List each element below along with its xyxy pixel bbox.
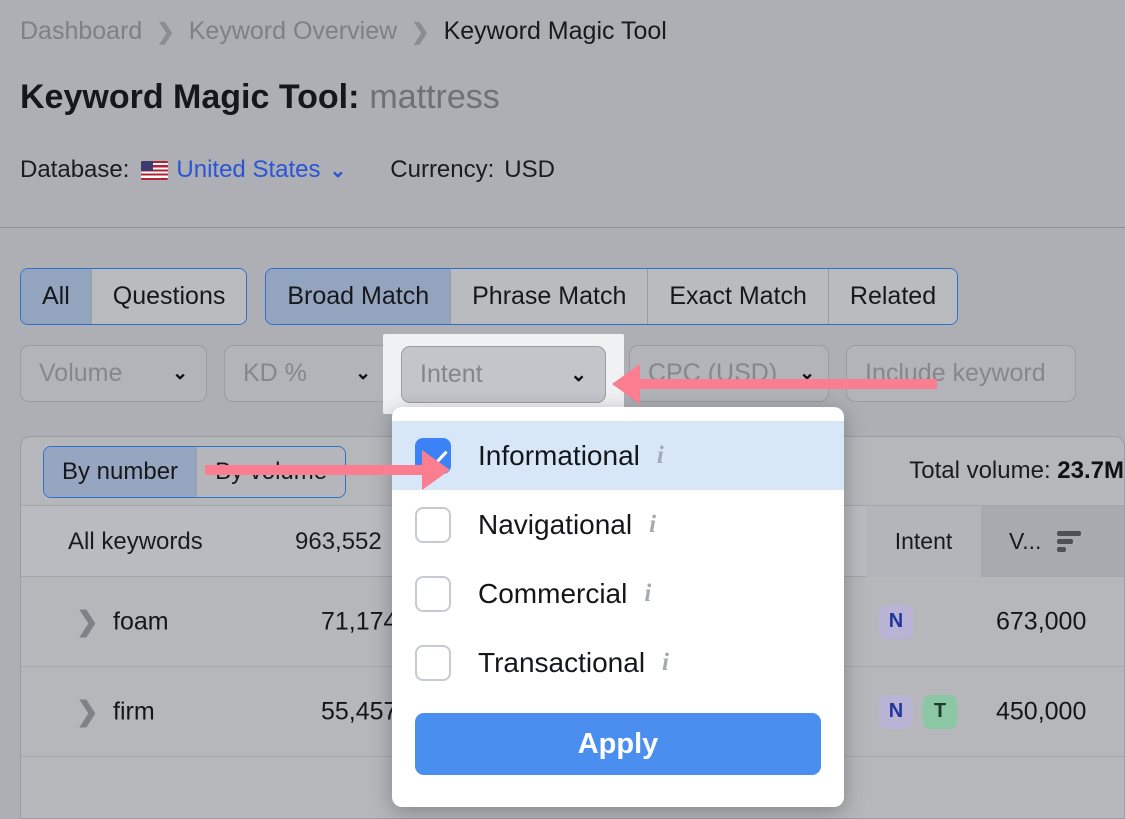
info-icon[interactable]: i [657,442,664,470]
us-flag-icon [141,160,169,180]
row-keyword: firm [113,697,155,725]
tab-questions[interactable]: Questions [91,269,247,324]
annotation-arrow-to-intent-filter [612,364,937,404]
tab-all[interactable]: All [21,269,92,324]
tab-group-match-types: Broad Match Phrase Match Exact Match Rel… [265,268,959,325]
filter-kd[interactable]: KD % ⌄ [224,345,390,402]
checkbox-commercial[interactable] [415,575,451,612]
chevron-right-icon: ❯ [411,18,430,44]
checkbox-navigational[interactable] [415,506,451,543]
chevron-down-icon: ⌄ [570,363,587,386]
database-label: Database: [20,156,130,183]
row-volume: 673,000 [996,607,1087,635]
row-count: 55,457 [321,697,398,725]
currency-value: USD [504,156,555,183]
row-count: 71,174 [321,607,398,635]
tab-broad-match[interactable]: Broad Match [266,269,452,324]
dropdown-option-commercial[interactable]: Commercial i [392,559,844,628]
intent-filter-highlight: Intent ⌄ [383,334,624,414]
apply-button[interactable]: Apply [415,713,821,775]
total-volume: Total volume: 23.7M [909,457,1124,485]
checkbox-transactional[interactable] [415,644,451,681]
tab-phrase-match[interactable]: Phrase Match [451,269,649,324]
breadcrumb-item-dashboard[interactable]: Dashboard [20,17,142,46]
intent-badge-navigational: N [879,604,913,639]
intent-badge-navigational: N [879,694,913,729]
page-title-term: mattress [369,78,500,116]
page-title-text: Keyword Magic Tool: [20,78,360,116]
breadcrumb: Dashboard ❯ Keyword Overview ❯ Keyword M… [20,17,667,46]
breadcrumb-item-keyword-overview[interactable]: Keyword Overview [189,17,397,46]
row-keyword: foam [113,607,169,635]
column-header-count: 963,552 [295,528,382,555]
tab-exact-match[interactable]: Exact Match [648,269,829,324]
total-volume-value: 23.7M [1057,457,1124,484]
chevron-down-icon: ⌄ [355,363,371,384]
tab-by-number[interactable]: By number [44,447,198,497]
info-icon[interactable]: i [662,649,669,677]
dropdown-option-label: Informational [478,439,640,471]
filter-volume-label: Volume [39,359,123,387]
row-intent-badges: N [879,604,913,639]
match-type-tabs: All Questions Broad Match Phrase Match E… [20,268,976,325]
chevron-down-icon[interactable]: ⌄ [330,158,347,183]
filter-kd-label: KD % [243,359,307,387]
tab-group-all-questions: All Questions [20,268,248,325]
intent-dropdown-panel: Informational i Navigational i Commercia… [392,407,844,807]
intent-badge-transactional: T [923,694,957,729]
breadcrumb-item-keyword-magic-tool: Keyword Magic Tool [443,17,667,45]
expand-chevron-icon[interactable]: ❯ [76,606,99,637]
sort-descending-icon[interactable] [1057,531,1082,552]
dropdown-option-label: Commercial [478,577,628,609]
filter-volume[interactable]: Volume ⌄ [20,345,207,402]
row-volume: 450,000 [996,697,1087,725]
database-value[interactable]: United States [176,156,320,184]
column-header-volume[interactable]: V... [981,506,1124,577]
dropdown-option-label: Transactional [478,646,646,678]
total-volume-label: Total volume: [909,457,1051,484]
filter-intent[interactable]: Intent ⌄ [401,345,606,403]
column-header-volume-label: V... [1009,528,1042,554]
currency-label: Currency: [390,156,495,183]
chevron-right-icon: ❯ [156,18,175,44]
row-intent-badges: N T [879,694,957,729]
column-header-intent[interactable]: Intent [866,506,981,577]
expand-chevron-icon[interactable]: ❯ [76,696,99,727]
dropdown-option-navigational[interactable]: Navigational i [392,490,844,559]
info-icon[interactable]: i [649,511,656,539]
dropdown-option-label: Navigational [478,508,633,540]
keyword-magic-tool-page: Dashboard ❯ Keyword Overview ❯ Keyword M… [0,0,1125,819]
filter-intent-label: Intent [420,359,483,388]
dropdown-option-informational[interactable]: Informational i [392,421,844,490]
page-header: Dashboard ❯ Keyword Overview ❯ Keyword M… [0,0,1125,228]
column-header-all-keywords: All keywords [68,528,203,555]
chevron-down-icon: ⌄ [172,363,188,384]
annotation-arrow-to-informational-checkbox [205,450,450,490]
database-currency-row: Database: United States ⌄ Currency: USD [20,156,555,184]
page-title: Keyword Magic Tool: mattress [20,78,500,117]
dropdown-option-transactional[interactable]: Transactional i [392,628,844,697]
tab-related[interactable]: Related [828,269,958,324]
info-icon[interactable]: i [644,580,651,608]
